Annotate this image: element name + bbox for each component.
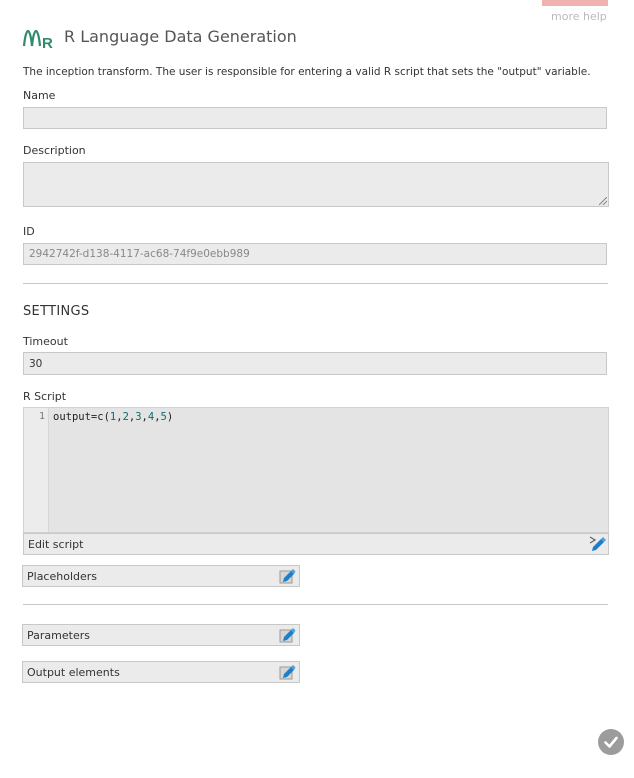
edit-pencil-icon[interactable]: [279, 664, 296, 681]
r-script-editor[interactable]: 1 output=c(1,2,3,4,5): [23, 407, 609, 533]
page-header: R R Language Data Generation: [22, 22, 297, 50]
output-elements-button[interactable]: Output elements: [22, 661, 300, 683]
divider: [23, 604, 608, 605]
checkmark-icon: [604, 736, 618, 748]
edit-script-label: Edit script: [28, 537, 84, 551]
resize-handle-icon[interactable]: [599, 197, 607, 205]
settings-heading: SETTINGS: [23, 304, 90, 319]
transform-description: The inception transform. The user is res…: [23, 66, 591, 78]
output-elements-label: Output elements: [27, 665, 120, 679]
edit-pencil-icon[interactable]: [279, 568, 296, 585]
timeout-label: Timeout: [23, 335, 68, 348]
description-label: Description: [23, 144, 86, 157]
code-line[interactable]: output=c(1,2,3,4,5): [53, 411, 173, 423]
description-field[interactable]: [23, 162, 609, 207]
more-help-link[interactable]: more help: [551, 10, 607, 23]
name-label: Name: [23, 89, 56, 102]
line-number: 1: [38, 411, 45, 422]
placeholders-label: Placeholders: [27, 569, 98, 583]
editor-gutter: 1: [24, 408, 49, 532]
divider: [23, 283, 608, 284]
parameters-button[interactable]: Parameters: [22, 624, 300, 646]
edit-script-icon[interactable]: [588, 535, 606, 553]
description-field-wrapper: [23, 162, 609, 207]
r-language-logo-icon: R: [22, 29, 53, 50]
svg-text:R: R: [42, 35, 53, 50]
id-label: ID: [23, 225, 35, 238]
r-script-label: R Script: [23, 390, 67, 403]
name-field[interactable]: [23, 107, 607, 129]
timeout-field[interactable]: 30: [23, 352, 607, 375]
edit-pencil-icon[interactable]: [279, 627, 296, 644]
edit-script-button[interactable]: Edit script: [23, 533, 609, 555]
confirm-button[interactable]: [598, 729, 624, 755]
id-field: 2942742f-d138-4117-ac68-74f9e0ebb989: [23, 243, 607, 265]
more-help-bar: [542, 0, 608, 6]
parameters-label: Parameters: [27, 628, 90, 642]
page-title: R Language Data Generation: [64, 26, 297, 46]
placeholders-button[interactable]: Placeholders: [22, 565, 300, 587]
